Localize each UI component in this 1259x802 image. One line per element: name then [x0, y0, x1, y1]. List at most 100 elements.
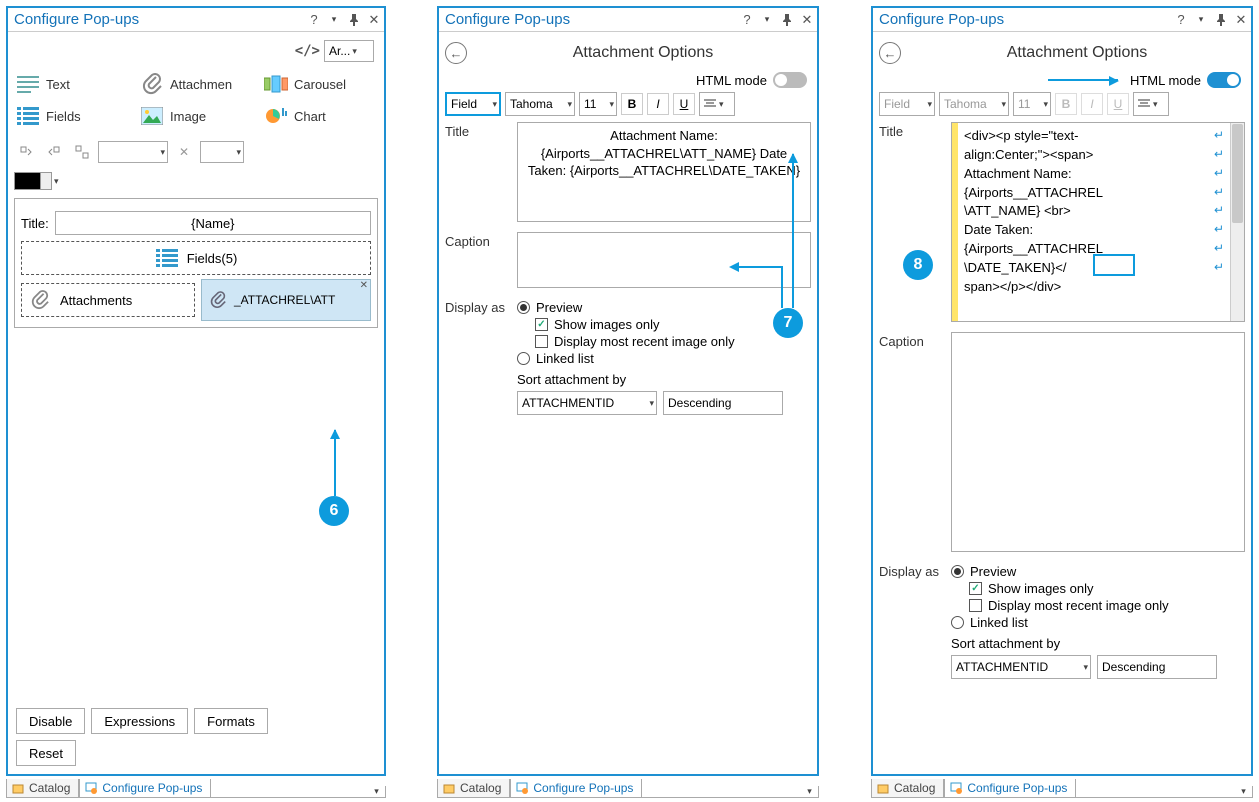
underline-button[interactable]: U	[673, 93, 695, 115]
tab-overflow[interactable]: ▾	[1235, 786, 1253, 798]
size-select[interactable]: 11▾	[579, 92, 617, 116]
back-button[interactable]: ←	[445, 42, 467, 64]
title-bar: Configure Pop-ups ? ▾ ✕	[8, 8, 384, 32]
element-text[interactable]: Text	[14, 70, 130, 98]
tab-overflow[interactable]: ▾	[801, 786, 819, 798]
tab-configure-popups[interactable]: Configure Pop-ups	[79, 779, 211, 798]
italic-button[interactable]: I	[647, 93, 669, 115]
help-icon[interactable]: ?	[739, 12, 755, 28]
callout-arrow-align	[792, 154, 794, 308]
tab-catalog[interactable]: Catalog	[6, 779, 79, 798]
attachments-box[interactable]: Attachments	[21, 283, 195, 317]
sort-dir-select[interactable]: Descending	[1097, 655, 1217, 679]
element-chart[interactable]: Chart	[262, 102, 378, 130]
chevron-down-icon[interactable]: ▾	[326, 12, 342, 28]
attachment-chip-label: _ATTACHREL\ATT	[234, 293, 335, 307]
tool-btn-3[interactable]	[70, 140, 94, 164]
code-dropdown[interactable]: Ar... ▾	[324, 40, 374, 62]
align-select[interactable]: ▾	[699, 92, 735, 116]
close-icon[interactable]: ✕	[1233, 12, 1249, 28]
tab-catalog[interactable]: Catalog	[871, 779, 944, 798]
close-icon[interactable]: ✕	[366, 12, 382, 28]
align-select[interactable]: ▾	[1133, 92, 1169, 116]
tool-btn-2[interactable]	[42, 140, 66, 164]
color-picker[interactable]: ▾	[14, 172, 378, 190]
check-show-images[interactable]	[969, 582, 982, 595]
tab-configure-popups[interactable]: Configure Pop-ups	[944, 779, 1076, 798]
pin-icon[interactable]	[346, 12, 362, 28]
image-icon	[140, 104, 164, 128]
element-image-label: Image	[170, 109, 206, 124]
italic-button: I	[1081, 93, 1103, 115]
popup-icon	[515, 781, 529, 795]
tab-configure-popups[interactable]: Configure Pop-ups	[510, 779, 642, 798]
title-input[interactable]	[55, 211, 371, 235]
chevron-down-icon[interactable]: ▾	[1193, 12, 1209, 28]
title-textarea[interactable]: Attachment Name: {Airports__ATTACHREL\AT…	[517, 122, 811, 222]
html-mode-toggle[interactable]	[1207, 72, 1241, 88]
help-icon[interactable]: ?	[1173, 12, 1189, 28]
html-mode-toggle[interactable]	[773, 72, 807, 88]
title-code-box[interactable]: <div><p style="text-↵align:Center;"><spa…	[951, 122, 1245, 322]
title-label: Title:	[21, 216, 49, 231]
caption-label: Caption	[879, 332, 943, 552]
reset-button[interactable]: Reset	[16, 740, 76, 766]
disable-button[interactable]: Disable	[16, 708, 85, 734]
pin-icon[interactable]	[779, 12, 795, 28]
bold-button[interactable]: B	[621, 93, 643, 115]
combo-1[interactable]: ▾	[98, 141, 168, 163]
attachment-chip[interactable]: _ATTACHREL\ATT ✕	[201, 279, 371, 321]
help-icon[interactable]: ?	[306, 12, 322, 28]
radio-linked[interactable]	[517, 352, 530, 365]
field-select[interactable]: Field▾	[445, 92, 501, 116]
tab-bar-2: Catalog Configure Pop-ups ▾	[437, 776, 819, 798]
popup-icon	[84, 781, 98, 795]
text-icon	[16, 72, 40, 96]
radio-preview[interactable]	[951, 565, 964, 578]
radio-preview[interactable]	[517, 301, 530, 314]
attachments-box-label: Attachments	[60, 293, 132, 308]
field-select[interactable]: Field▾	[879, 92, 935, 116]
callout-arrow	[334, 430, 336, 496]
underline-button: U	[1107, 93, 1129, 115]
title-bar: Configure Pop-ups ? ▾ ✕	[873, 8, 1251, 32]
back-button[interactable]: ←	[879, 42, 901, 64]
sort-field-select[interactable]: ATTACHMENTID▾	[517, 391, 657, 415]
title-bar: Configure Pop-ups ? ▾ ✕	[439, 8, 817, 32]
element-carousel-label: Carousel	[294, 77, 346, 92]
paperclip-icon	[206, 288, 230, 312]
html-mode-label: HTML mode	[696, 73, 767, 88]
radio-linked[interactable]	[951, 616, 964, 629]
combo-2[interactable]: ▾	[200, 141, 244, 163]
element-chart-label: Chart	[294, 109, 326, 124]
expressions-button[interactable]: Expressions	[91, 708, 188, 734]
check-show-images[interactable]	[535, 318, 548, 331]
tab-catalog[interactable]: Catalog	[437, 779, 510, 798]
scrollbar[interactable]	[1230, 123, 1244, 321]
fields-box[interactable]: Fields(5)	[21, 241, 371, 275]
check-recent[interactable]	[535, 335, 548, 348]
title-label: Title	[445, 122, 509, 222]
font-select[interactable]: Tahoma▾	[505, 92, 575, 116]
tab-overflow[interactable]: ▾	[368, 786, 386, 798]
caption-textarea[interactable]	[517, 232, 811, 288]
element-text-label: Text	[46, 77, 70, 92]
sort-field-select[interactable]: ATTACHMENTID▾	[951, 655, 1091, 679]
sort-dir-select[interactable]: Descending	[663, 391, 783, 415]
fields-icon	[155, 246, 179, 270]
element-fields[interactable]: Fields	[14, 102, 130, 130]
chip-close-icon[interactable]: ✕	[360, 280, 368, 291]
element-image[interactable]: Image	[138, 102, 254, 130]
close-icon[interactable]: ✕	[799, 12, 815, 28]
clear-btn[interactable]: ✕	[172, 140, 196, 164]
formats-button[interactable]: Formats	[194, 708, 268, 734]
check-recent[interactable]	[969, 599, 982, 612]
paperclip-icon	[28, 288, 52, 312]
chevron-down-icon[interactable]: ▾	[759, 12, 775, 28]
tool-btn-1[interactable]	[14, 140, 38, 164]
element-attachments[interactable]: Attachmen	[138, 70, 254, 98]
caption-textarea[interactable]	[951, 332, 1245, 552]
element-carousel[interactable]: Carousel	[262, 70, 378, 98]
pin-icon[interactable]	[1213, 12, 1229, 28]
callout-badge-7: 7	[773, 308, 803, 338]
